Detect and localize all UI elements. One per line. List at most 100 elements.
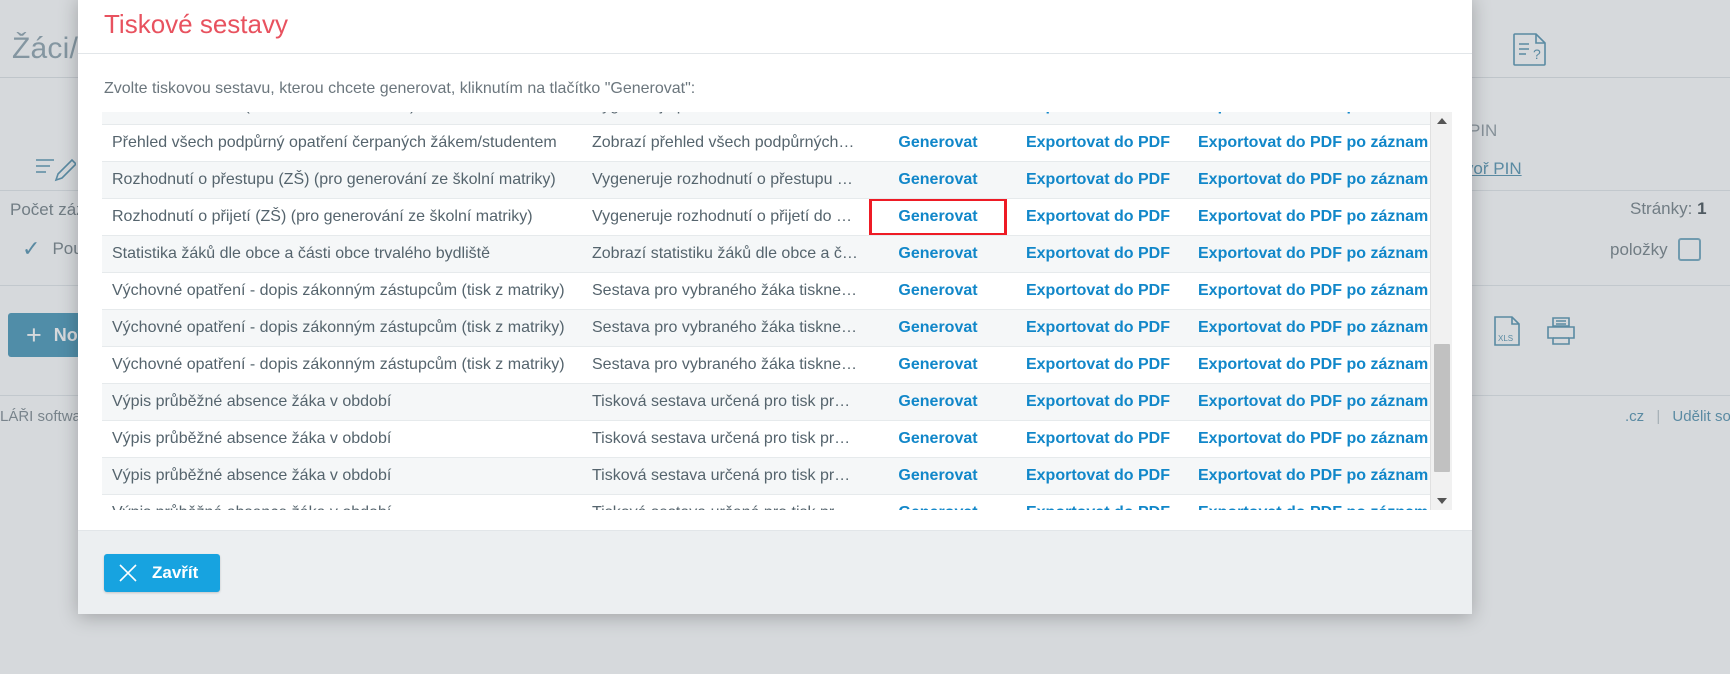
table-row: Výchovné opatření - dopis zákonným zástu… bbox=[102, 309, 1452, 347]
table-row: Přehled všech podpůrný opatření čerpanýc… bbox=[102, 124, 1452, 162]
table-row: Potvrzení o studiu (s datem vzdělávání o… bbox=[102, 112, 1452, 125]
export-pdf-cell: Exportovat do PDF bbox=[1008, 112, 1188, 125]
generate-link[interactable]: Generovat bbox=[898, 134, 977, 151]
close-button-label: Zavřít bbox=[152, 562, 199, 582]
reports-table-container: Potvrzení o studiu (s datem vzdělávání o… bbox=[102, 112, 1452, 510]
modal-instruction: Zvolte tiskovou sestavu, kterou chcete g… bbox=[104, 80, 696, 97]
report-description-cell: Tisková sestava určená pro tisk průběž… bbox=[582, 457, 868, 495]
report-name-cell: Výchovné opatření - dopis zákonným zástu… bbox=[102, 346, 582, 384]
reports-table-scroll-area[interactable]: Potvrzení o studiu (s datem vzdělávání o… bbox=[102, 112, 1452, 510]
export-pdf-records-cell: Exportovat do PDF po záznamech bbox=[1188, 420, 1452, 458]
generate-cell: Generovat bbox=[868, 235, 1008, 273]
report-name-cell: Statistika žáků dle obce a části obce tr… bbox=[102, 235, 582, 273]
export-pdf-cell: Exportovat do PDF bbox=[1008, 346, 1188, 384]
generate-link[interactable]: Generovat bbox=[898, 356, 977, 373]
export-pdf-link[interactable]: Exportovat do PDF bbox=[1026, 504, 1170, 510]
report-description-cell: Sestava pro vybraného žáka tiskne na s… bbox=[582, 346, 868, 384]
report-description-cell: Tisková sestava určená pro tisk průběž… bbox=[582, 383, 868, 421]
export-pdf-cell: Exportovat do PDF bbox=[1008, 198, 1188, 236]
export-pdf-records-cell: Exportovat do PDF po záznamech bbox=[1188, 457, 1452, 495]
export-pdf-cell: Exportovat do PDF bbox=[1008, 383, 1188, 421]
export-pdf-records-cell: Exportovat do PDF po záznamech bbox=[1188, 235, 1452, 273]
table-row: Výpis průběžné absence žáka v obdobíTisk… bbox=[102, 494, 1452, 510]
generate-link[interactable]: Generovat bbox=[898, 245, 977, 262]
export-pdf-link[interactable]: Exportovat do PDF bbox=[1026, 282, 1170, 299]
generate-link[interactable]: Generovat bbox=[898, 504, 977, 510]
page-root: Žáci/s ? Počet záz ✓ Pou + Nov LÁŘI soft… bbox=[0, 0, 1730, 674]
vertical-scrollbar[interactable] bbox=[1430, 112, 1452, 510]
report-description-cell: Zobrazí přehled všech podpůrných opa… bbox=[582, 124, 868, 162]
generate-cell: Generovat bbox=[868, 383, 1008, 421]
export-pdf-records-link[interactable]: Exportovat do PDF po záznamech bbox=[1198, 245, 1452, 262]
generate-cell: Generovat bbox=[868, 420, 1008, 458]
scroll-up-button[interactable] bbox=[1431, 112, 1452, 130]
generate-link[interactable]: Generovat bbox=[898, 467, 977, 484]
export-pdf-cell: Exportovat do PDF bbox=[1008, 272, 1188, 310]
generate-link[interactable]: Generovat bbox=[898, 112, 977, 114]
reports-table: Potvrzení o studiu (s datem vzdělávání o… bbox=[102, 112, 1452, 510]
generate-link[interactable]: Generovat bbox=[898, 393, 977, 410]
export-pdf-cell: Exportovat do PDF bbox=[1008, 309, 1188, 347]
export-pdf-link[interactable]: Exportovat do PDF bbox=[1026, 134, 1170, 151]
export-pdf-records-cell: Exportovat do PDF po záznamech bbox=[1188, 383, 1452, 421]
report-description-cell: Sestava pro vybraného žáka tiskne na s… bbox=[582, 272, 868, 310]
export-pdf-records-link[interactable]: Exportovat do PDF po záznamech bbox=[1198, 208, 1452, 225]
generate-link[interactable]: Generovat bbox=[898, 208, 977, 225]
generate-link[interactable]: Generovat bbox=[898, 430, 977, 447]
scrollbar-thumb[interactable] bbox=[1434, 344, 1450, 472]
report-name-cell: Výpis průběžné absence žáka v období bbox=[102, 383, 582, 421]
export-pdf-link[interactable]: Exportovat do PDF bbox=[1026, 245, 1170, 262]
export-pdf-cell: Exportovat do PDF bbox=[1008, 420, 1188, 458]
report-name-cell: Výchovné opatření - dopis zákonným zástu… bbox=[102, 309, 582, 347]
generate-cell: Generovat bbox=[868, 198, 1008, 236]
export-pdf-cell: Exportovat do PDF bbox=[1008, 235, 1188, 273]
export-pdf-records-link[interactable]: Exportovat do PDF po záznamech bbox=[1198, 430, 1452, 447]
table-row: Výchovné opatření - dopis zákonným zástu… bbox=[102, 272, 1452, 310]
export-pdf-link[interactable]: Exportovat do PDF bbox=[1026, 430, 1170, 447]
close-x-icon bbox=[118, 563, 138, 583]
report-description-cell: Vygeneruje rozhodnutí o přestupu do Z… bbox=[582, 161, 868, 199]
export-pdf-link[interactable]: Exportovat do PDF bbox=[1026, 393, 1170, 410]
report-description-cell: Zobrazí statistiku žáků dle obce a části… bbox=[582, 235, 868, 273]
generate-cell: Generovat bbox=[868, 112, 1008, 125]
report-name-cell: Výpis průběžné absence žáka v období bbox=[102, 420, 582, 458]
export-pdf-link[interactable]: Exportovat do PDF bbox=[1026, 467, 1170, 484]
export-pdf-records-link[interactable]: Exportovat do PDF po záznamech bbox=[1198, 319, 1452, 336]
export-pdf-cell: Exportovat do PDF bbox=[1008, 457, 1188, 495]
generate-link[interactable]: Generovat bbox=[898, 171, 977, 188]
modal-title: Tiskové sestavy bbox=[104, 9, 288, 39]
generate-link[interactable]: Generovat bbox=[898, 282, 977, 299]
export-pdf-link[interactable]: Exportovat do PDF bbox=[1026, 112, 1170, 114]
export-pdf-records-cell: Exportovat do PDF po záznamech bbox=[1188, 272, 1452, 310]
export-pdf-cell: Exportovat do PDF bbox=[1008, 494, 1188, 510]
table-row: Výpis průběžné absence žáka v obdobíTisk… bbox=[102, 457, 1452, 495]
export-pdf-records-link[interactable]: Exportovat do PDF po záznamech bbox=[1198, 171, 1452, 188]
export-pdf-records-link[interactable]: Exportovat do PDF po záznamech bbox=[1198, 282, 1452, 299]
export-pdf-link[interactable]: Exportovat do PDF bbox=[1026, 208, 1170, 225]
generate-cell: Generovat bbox=[868, 494, 1008, 510]
close-button[interactable]: Zavřít bbox=[104, 553, 221, 592]
report-name-cell: Výpis průběžné absence žáka v období bbox=[102, 457, 582, 495]
generate-cell: Generovat bbox=[868, 124, 1008, 162]
export-pdf-link[interactable]: Exportovat do PDF bbox=[1026, 356, 1170, 373]
generate-cell: Generovat bbox=[868, 457, 1008, 495]
export-pdf-records-link[interactable]: Exportovat do PDF po záznamech bbox=[1198, 356, 1452, 373]
report-description-cell: Tisková sestava určená pro tisk průběž… bbox=[582, 494, 868, 510]
print-reports-modal: Tiskové sestavy Zvolte tiskovou sestavu,… bbox=[78, 0, 1472, 614]
report-name-cell: Výpis průběžné absence žáka v období bbox=[102, 494, 582, 510]
report-name-cell: Přehled všech podpůrný opatření čerpanýc… bbox=[102, 124, 582, 162]
report-name-cell: Výchovné opatření - dopis zákonným zástu… bbox=[102, 272, 582, 310]
scroll-down-button[interactable] bbox=[1431, 492, 1452, 510]
export-pdf-records-link[interactable]: Exportovat do PDF po záznamech bbox=[1198, 393, 1452, 410]
export-pdf-records-link[interactable]: Exportovat do PDF po záznamech bbox=[1198, 112, 1452, 114]
export-pdf-records-cell: Exportovat do PDF po záznamech bbox=[1188, 124, 1452, 162]
export-pdf-link[interactable]: Exportovat do PDF bbox=[1026, 171, 1170, 188]
modal-body: Zvolte tiskovou sestavu, kterou chcete g… bbox=[78, 54, 1472, 530]
export-pdf-link[interactable]: Exportovat do PDF bbox=[1026, 319, 1170, 336]
export-pdf-records-link[interactable]: Exportovat do PDF po záznamech bbox=[1198, 467, 1452, 484]
generate-link[interactable]: Generovat bbox=[898, 319, 977, 336]
export-pdf-records-link[interactable]: Exportovat do PDF po záznamech bbox=[1198, 504, 1452, 510]
export-pdf-records-link[interactable]: Exportovat do PDF po záznamech bbox=[1198, 134, 1452, 151]
export-pdf-cell: Exportovat do PDF bbox=[1008, 161, 1188, 199]
table-row: Rozhodnutí o přestupu (ZŠ) (pro generová… bbox=[102, 161, 1452, 199]
